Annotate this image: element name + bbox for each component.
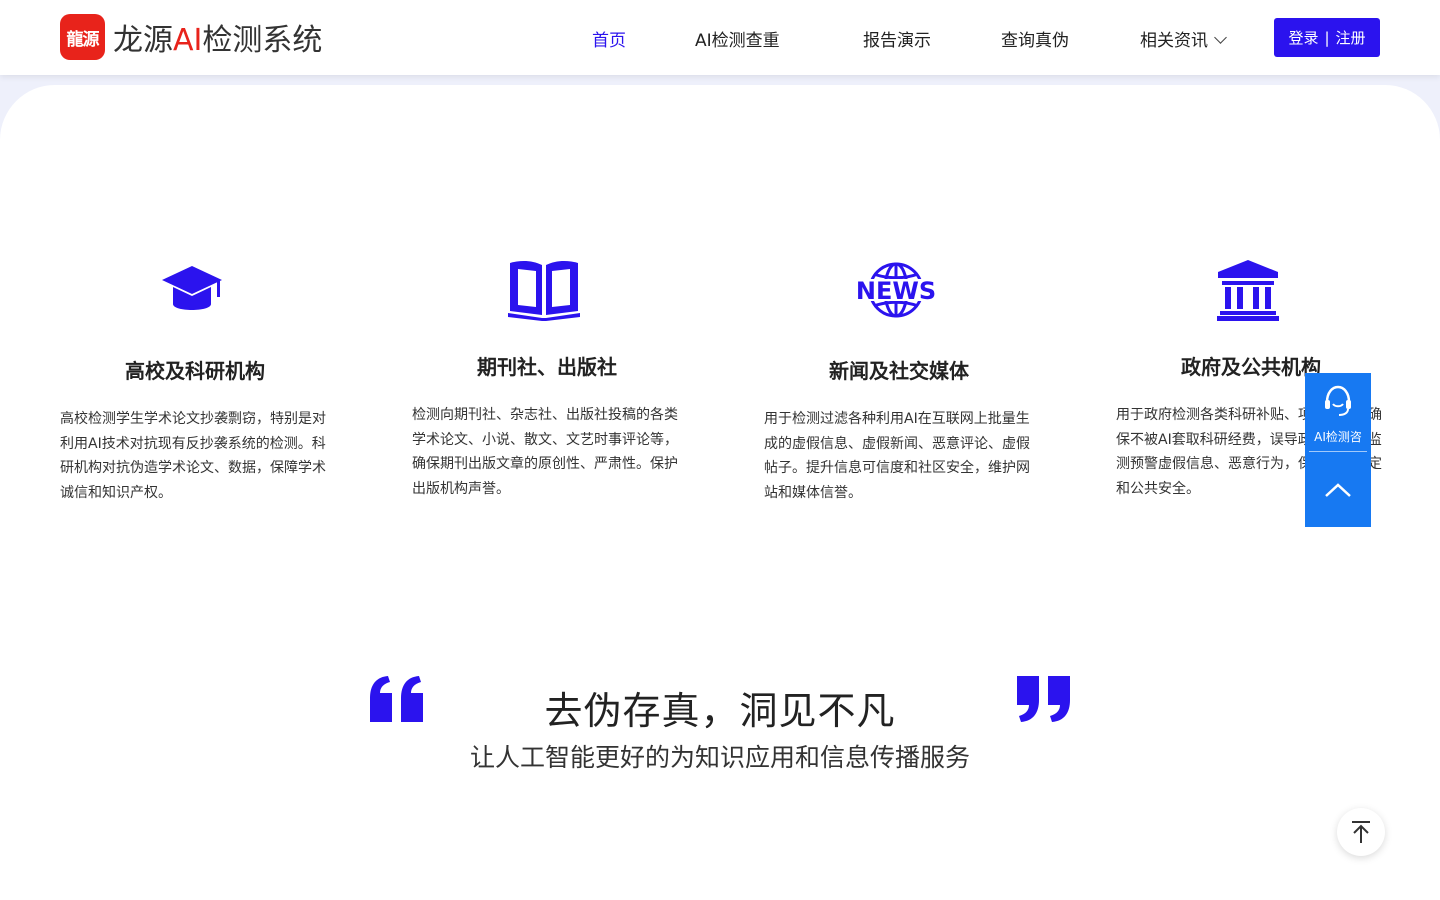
card-title: 期刊社、出版社	[477, 355, 617, 379]
nav-ai-detection[interactable]: AI检测查重	[695, 26, 780, 51]
card-desc: 高校检测学生学术论文抄袭剽窃，特别是对利用AI技术对抗现有反抄袭系统的检测。科研…	[60, 411, 326, 501]
nav-news-label: 相关资讯	[1140, 31, 1208, 51]
login-register-button[interactable]: 登录 | 注册	[1274, 18, 1380, 57]
nav-report-demo[interactable]: 报告演示	[863, 26, 931, 51]
logo-mark: 龍源	[60, 14, 105, 60]
logo-text-ai: AI	[173, 23, 203, 58]
open-book-icon	[508, 260, 580, 321]
logo-text-post: 检测系统	[202, 23, 323, 58]
nav-verify[interactable]: 查询真伪	[1001, 26, 1069, 51]
headset-icon	[1325, 385, 1351, 416]
card-title: 高校及科研机构	[125, 359, 265, 383]
top-navbar: 龍源 龙源AI检测系统 首页 AI检测查重 报告演示 查询真伪 相关资讯 登录 …	[0, 0, 1440, 75]
ai-consult-label: AI检测咨	[1314, 430, 1362, 444]
graduation-cap-icon	[162, 266, 222, 310]
nav-news-dropdown[interactable]: 相关资讯	[1140, 26, 1227, 51]
card-desc: 用于检测过滤各种利用AI在互联网上批量生成的虚假信息、虚假新闻、恶意评论、虚假帖…	[764, 411, 1030, 501]
arrow-up-to-top-icon	[1352, 821, 1370, 843]
chevron-up-icon	[1325, 482, 1351, 497]
login-link[interactable]: 登录	[1288, 27, 1318, 48]
open-quote-icon	[370, 676, 423, 722]
slogan-subtitle: 让人工智能更好的为知识应用和信息传播服务	[469, 743, 970, 772]
back-to-top-button[interactable]	[1337, 808, 1385, 856]
chevron-down-icon	[1214, 31, 1227, 44]
card-title: 新闻及社交媒体	[829, 359, 969, 383]
close-quote-icon	[1017, 676, 1070, 722]
card-desc: 检测向期刊社、杂志社、出版社投稿的各类学术论文、小说、散文、文艺时事评论等，确保…	[412, 407, 678, 497]
register-link[interactable]: 注册	[1336, 27, 1366, 48]
news-icon-text: NEWS	[857, 277, 935, 305]
logo-text: 龙源AI检测系统	[113, 15, 322, 59]
slogan-title: 去伪存真，洞见不凡	[544, 689, 896, 733]
scroll-up-button[interactable]	[1305, 452, 1371, 527]
logo-text-pre: 龙源	[113, 23, 173, 58]
ai-consult-button[interactable]: AI检测咨	[1305, 373, 1371, 451]
floating-service-widget: AI检测咨	[1305, 373, 1371, 527]
login-separator: |	[1324, 28, 1330, 47]
nav-home[interactable]: 首页	[592, 26, 626, 51]
site-logo[interactable]: 龍源 龙源AI检测系统	[60, 14, 322, 60]
news-globe-icon: NEWS	[857, 262, 935, 318]
government-building-icon	[1217, 260, 1279, 321]
